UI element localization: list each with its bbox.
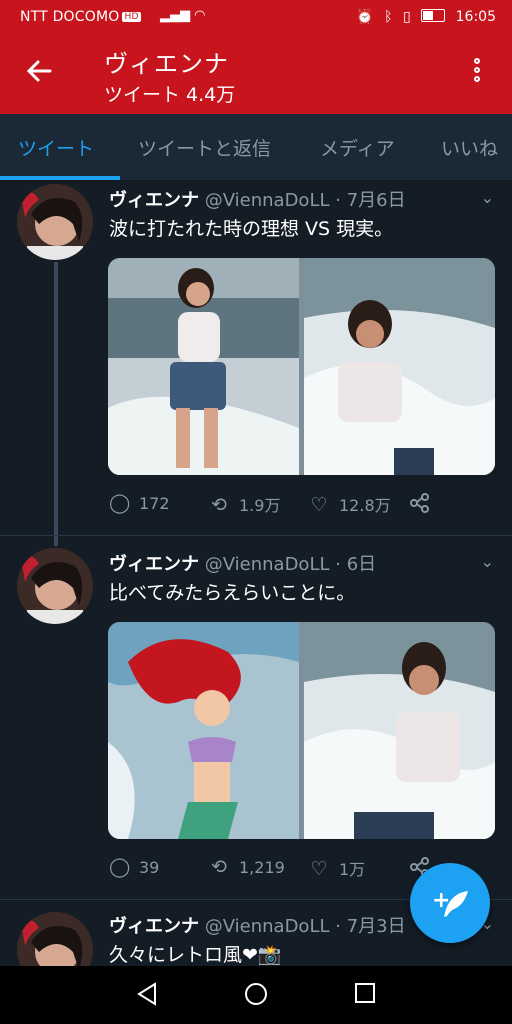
- tweet-header: ヴィエンナ @ViennaDoLL · 7月6日: [109, 186, 406, 212]
- nav-back-icon[interactable]: [136, 982, 158, 1010]
- retweet-icon: ⟲: [211, 856, 227, 878]
- avatar[interactable]: [17, 184, 93, 260]
- tweet-text: 久々にレトロ風❤📸: [109, 944, 282, 966]
- retweet-action[interactable]: ⟲ 1.9万: [209, 492, 280, 516]
- media-photo-ideal[interactable]: [108, 258, 299, 475]
- tab-tweets[interactable]: ツイート: [18, 134, 94, 161]
- tweet-count: ツイート 4.4万: [104, 84, 236, 106]
- tweet-media[interactable]: [108, 258, 495, 475]
- profile-tabs: ツイート ツイートと返信 メディア いいね: [0, 114, 512, 181]
- system-nav-bar: [0, 966, 512, 1024]
- tweet-date: · 7月3日: [335, 916, 406, 937]
- author-name: ヴィエンナ: [109, 554, 199, 575]
- author-handle: @ViennaDoLL: [204, 554, 330, 575]
- retweet-icon: ⟲: [211, 494, 227, 516]
- tweet-text: 波に打たれた時の理想 VS 現実。: [109, 218, 394, 240]
- tab-media[interactable]: メディア: [320, 134, 395, 161]
- tweet-media[interactable]: [108, 622, 495, 839]
- reply-icon: ◯: [109, 492, 131, 514]
- tweet-header: ヴィエンナ @ViennaDoLL · 7月3日: [109, 912, 406, 938]
- tab-tweets-and-replies[interactable]: ツイートと返信: [138, 134, 271, 161]
- tweet-date: · 7月6日: [335, 190, 406, 211]
- heart-icon: ♡: [310, 858, 328, 880]
- media-photo-reality[interactable]: [304, 258, 495, 475]
- tab-likes[interactable]: いいね: [441, 134, 498, 161]
- alarm-icon: ⏰: [356, 9, 374, 25]
- carrier-label: NTT DOCOMO HD: [20, 9, 141, 25]
- chevron-down-icon[interactable]: ⌄: [481, 552, 494, 571]
- like-action[interactable]: ♡ 12.8万: [309, 492, 390, 516]
- author-handle: @ViennaDoLL: [204, 916, 330, 937]
- status-bar: NTT DOCOMO HD ▂▄▆ ◠ ⏰ ᛒ ▯ 16:05: [0, 0, 512, 34]
- reply-icon: ◯: [109, 856, 131, 878]
- feather-icon: [444, 891, 468, 917]
- hd-badge: HD: [122, 12, 141, 22]
- vibrate-icon: ▯: [403, 9, 411, 25]
- active-tab-indicator: [0, 176, 120, 180]
- author-name: ヴィエンナ: [109, 916, 199, 937]
- profile-name: ヴィエンナ: [104, 50, 229, 78]
- status-right: ⏰ ᛒ ▯ 16:05: [350, 9, 496, 25]
- like-action[interactable]: ♡ 1万: [309, 856, 365, 880]
- tweet-text: 比べてみたらえらいことに。: [109, 582, 356, 604]
- more-options-icon[interactable]: [474, 58, 482, 85]
- retweet-action[interactable]: ⟲ 1,219: [209, 856, 285, 878]
- battery-icon: [421, 9, 446, 22]
- share-icon[interactable]: [409, 492, 431, 518]
- media-illustration[interactable]: [108, 622, 299, 839]
- divider: [0, 535, 512, 536]
- author-handle: @ViennaDoLL: [204, 190, 330, 211]
- clock: 16:05: [455, 9, 496, 25]
- compose-tweet-button[interactable]: +: [410, 863, 490, 943]
- signal-wifi-icon: ▂▄▆ ◠: [160, 8, 206, 23]
- avatar[interactable]: [17, 912, 93, 966]
- profile-header: ヴィエンナ ツイート 4.4万: [0, 34, 512, 114]
- heart-icon: ♡: [310, 494, 328, 516]
- thread-connector: [54, 262, 58, 546]
- author-name: ヴィエンナ: [109, 190, 199, 211]
- nav-home-icon[interactable]: [244, 982, 268, 1010]
- avatar[interactable]: [17, 548, 93, 624]
- reply-action[interactable]: ◯ 172: [109, 492, 170, 514]
- tweet-date: · 6日: [335, 554, 377, 575]
- chevron-down-icon[interactable]: ⌄: [481, 188, 494, 207]
- tweet-header: ヴィエンナ @ViennaDoLL · 6日: [109, 550, 376, 576]
- bluetooth-icon: ᛒ: [384, 9, 393, 25]
- media-photo-reality[interactable]: [304, 622, 495, 839]
- back-arrow-icon[interactable]: [24, 56, 54, 92]
- nav-recents-icon[interactable]: [354, 982, 376, 1008]
- reply-action[interactable]: ◯ 39: [109, 856, 159, 878]
